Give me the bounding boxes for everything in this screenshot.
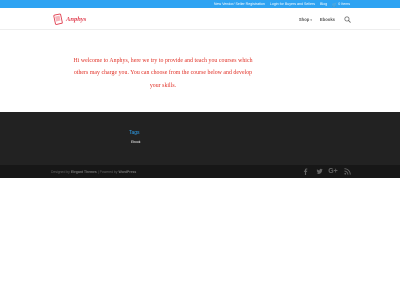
blog-link[interactable]: Blog	[320, 2, 327, 6]
credits-separator: | Powered by	[96, 169, 119, 174]
chevron-down-icon: ▾	[310, 17, 312, 22]
footer-widgets: Tags Ebook	[0, 112, 400, 165]
welcome-text: Hi welcome to Anphys, here we try to pro…	[48, 55, 278, 92]
nav-item-label: Ebooks	[319, 17, 335, 22]
welcome-line: Hi welcome to Anphys, here we try to pro…	[73, 58, 253, 64]
tags-widget-title: Tags	[129, 130, 140, 136]
nav-item-label: Shop	[298, 17, 310, 22]
credits-designed-by: Designed by	[51, 169, 70, 174]
top-bar: New Vendor/ Seller Registration Login fo…	[0, 0, 400, 8]
cart-link[interactable]: 🛒 0 Items	[332, 2, 350, 7]
welcome-line: others may charge you. You can choose fr…	[73, 70, 253, 77]
main-nav: Shop ▾ Ebooks	[291, 16, 351, 23]
social-links: G+	[295, 167, 351, 175]
vendor-registration-link[interactable]: New Vendor/ Seller Registration	[214, 2, 265, 6]
welcome-line: your skills.	[149, 82, 177, 89]
wordpress-link[interactable]: WordPress	[118, 170, 136, 174]
rss-icon[interactable]	[343, 167, 351, 175]
logo-text: Anphys	[66, 15, 87, 23]
nav-item-ebooks[interactable]: Ebooks	[320, 17, 335, 22]
site-logo[interactable]: Anphys	[52, 13, 86, 25]
twitter-icon[interactable]	[315, 167, 323, 175]
logo-mark-icon	[53, 13, 63, 25]
login-link[interactable]: Login for Buyers and Sellers	[270, 2, 315, 6]
site-header: Anphys Shop ▾ Ebooks	[0, 8, 400, 30]
cart-icon: 🛒	[332, 1, 338, 7]
main-content: Hi welcome to Anphys, here we try to pro…	[0, 30, 400, 112]
nav-item-shop[interactable]: Shop ▾	[299, 17, 312, 22]
google-plus-icon[interactable]: G+	[328, 167, 338, 175]
search-icon[interactable]	[344, 16, 351, 23]
cart-label: 0 Items	[338, 2, 350, 6]
tag-link-ebook[interactable]: Ebook	[131, 140, 140, 144]
theme-author-link[interactable]: Elegant Themes	[71, 170, 97, 174]
facebook-icon[interactable]	[301, 167, 309, 175]
footer-bottom-bar: Designed by Elegant Themes | Powered by …	[0, 165, 400, 178]
footer-credits: Designed by Elegant Themes | Powered by …	[51, 170, 136, 174]
